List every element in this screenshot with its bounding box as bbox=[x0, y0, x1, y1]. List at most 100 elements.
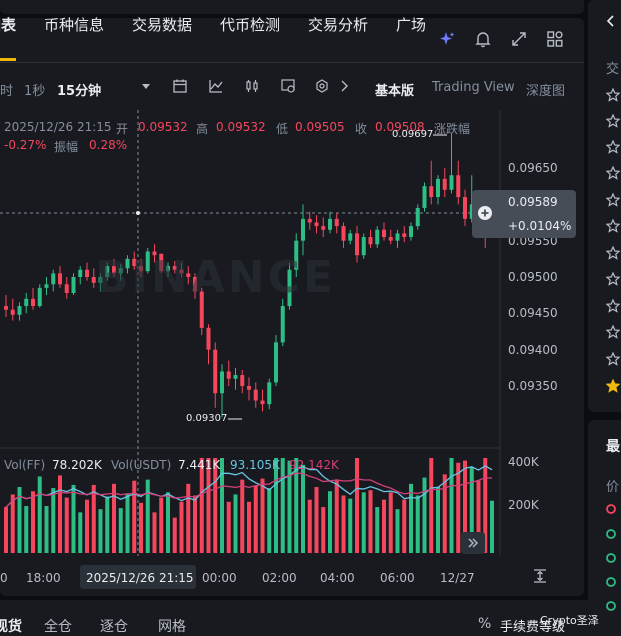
volume-bar bbox=[193, 495, 197, 553]
expand-icon[interactable] bbox=[510, 30, 528, 48]
trade-row-price-fragment bbox=[605, 549, 617, 563]
tab-trade-data[interactable]: 交易数据 bbox=[132, 14, 192, 35]
trade-row-price-fragment bbox=[605, 525, 617, 539]
candle-body bbox=[31, 298, 35, 307]
volume-bar bbox=[179, 501, 184, 553]
view-depth[interactable]: 深度图 bbox=[526, 80, 565, 99]
view-tradingview[interactable]: Trading View bbox=[432, 80, 515, 95]
favorite-star-icon[interactable] bbox=[606, 246, 620, 260]
favorite-star-icon[interactable] bbox=[606, 352, 620, 366]
candle-body bbox=[456, 175, 461, 198]
volume-bar bbox=[429, 458, 434, 553]
price-axis-label: 0.09400 bbox=[508, 343, 558, 357]
candle-body bbox=[253, 389, 258, 401]
candle-body bbox=[307, 218, 312, 223]
volume-bar bbox=[422, 477, 427, 553]
tab-square[interactable]: 广场 bbox=[396, 14, 426, 35]
volume-bar bbox=[409, 483, 413, 553]
binance-watermark: BINANCE bbox=[95, 252, 336, 303]
tab-trade-analysis[interactable]: 交易分析 bbox=[308, 14, 368, 35]
volume-bar bbox=[436, 487, 440, 553]
candlestick-chart[interactable] bbox=[0, 110, 584, 596]
candle-body bbox=[436, 178, 440, 198]
favorite-star-icon[interactable] bbox=[606, 140, 620, 154]
candle-body bbox=[375, 229, 380, 245]
current-price-change: +0.0104% bbox=[508, 219, 572, 233]
interval-1s[interactable]: 1秒 bbox=[24, 80, 45, 99]
volume-bar bbox=[172, 517, 177, 553]
volume-bar bbox=[348, 498, 353, 553]
volume-bar bbox=[206, 458, 211, 553]
volume-bar bbox=[78, 512, 83, 553]
volume-bar bbox=[44, 506, 49, 553]
interval-time-partial[interactable]: 时 bbox=[0, 80, 13, 99]
trade-row-price-fragment bbox=[605, 597, 617, 611]
tab-isolated[interactable]: 逐仓 bbox=[100, 616, 128, 636]
vol-ff-label: Vol(FF) bbox=[4, 458, 46, 472]
volume-bar bbox=[118, 508, 123, 553]
calendar-icon[interactable] bbox=[172, 78, 188, 94]
candle-body bbox=[341, 226, 346, 241]
candle-body bbox=[415, 207, 420, 227]
tab-grid[interactable]: 网格 bbox=[158, 616, 186, 636]
favorite-star-icon[interactable] bbox=[606, 299, 620, 313]
favorite-star-icon[interactable] bbox=[606, 193, 620, 207]
bell-icon[interactable] bbox=[474, 30, 492, 48]
fit-vertical-icon[interactable] bbox=[532, 568, 548, 584]
chevron-right-icon[interactable] bbox=[336, 78, 352, 94]
candle-body bbox=[10, 309, 15, 315]
volume-bar bbox=[375, 507, 380, 553]
volume-bar bbox=[368, 490, 373, 553]
volume-bar bbox=[328, 491, 332, 553]
indicator-line-icon[interactable] bbox=[208, 78, 224, 94]
favorite-star-icon[interactable] bbox=[606, 166, 620, 180]
interval-15m[interactable]: 15分钟 bbox=[57, 80, 101, 99]
volume-bar bbox=[24, 506, 29, 553]
price-axis-label: 0.09350 bbox=[508, 379, 558, 393]
favorite-star-icon[interactable] bbox=[606, 114, 620, 128]
tab-token-check[interactable]: 代币检测 bbox=[220, 14, 280, 35]
right-panel-label: 交 bbox=[606, 62, 620, 77]
time-axis-label: 0 bbox=[0, 571, 8, 585]
chart-settings-icon[interactable] bbox=[280, 78, 296, 94]
price-axis-label: 0.09450 bbox=[508, 306, 558, 320]
caret-down-icon[interactable] bbox=[140, 80, 152, 92]
tab-cross[interactable]: 全仓 bbox=[44, 616, 72, 636]
tab-chart[interactable]: 图表 bbox=[0, 14, 16, 35]
candle-body bbox=[274, 342, 278, 383]
candle-body bbox=[71, 277, 76, 293]
candle-type-icon[interactable] bbox=[244, 78, 260, 94]
volume-bar bbox=[58, 475, 62, 553]
volume-bar bbox=[226, 501, 231, 553]
favorite-star-icon[interactable] bbox=[606, 219, 620, 233]
volume-bar bbox=[105, 496, 110, 553]
candle-body bbox=[24, 298, 29, 307]
favorite-star-icon[interactable] bbox=[606, 325, 620, 339]
volume-bar bbox=[233, 494, 238, 553]
tab-coin-info[interactable]: 币种信息 bbox=[44, 14, 104, 35]
favorite-star-icon[interactable] bbox=[606, 379, 620, 393]
price-axis-label: 0.09500 bbox=[508, 270, 558, 284]
favorite-star-icon[interactable] bbox=[606, 272, 620, 286]
candle-body bbox=[422, 186, 427, 208]
volume-bar bbox=[341, 495, 346, 553]
sparkle-icon[interactable] bbox=[438, 30, 456, 48]
chevron-left-icon[interactable] bbox=[604, 14, 616, 28]
hexagon-icon[interactable] bbox=[314, 78, 330, 94]
layout-grid-icon[interactable] bbox=[546, 30, 564, 48]
volume-bar bbox=[71, 484, 76, 553]
candle-body bbox=[226, 371, 231, 379]
candle-body bbox=[240, 375, 245, 386]
add-alert-icon[interactable] bbox=[477, 205, 493, 221]
view-basic[interactable]: 基本版 bbox=[375, 80, 414, 99]
time-axis-label: 04:00 bbox=[320, 571, 355, 585]
volume-bar bbox=[490, 500, 494, 553]
candle-body bbox=[267, 382, 272, 405]
candle-body bbox=[213, 349, 218, 394]
tab-spot[interactable]: 现货 bbox=[0, 616, 22, 636]
vol-usdt-label: Vol(USDT) bbox=[111, 458, 172, 472]
time-axis-label: 02:00 bbox=[262, 571, 297, 585]
volume-bar bbox=[355, 458, 359, 553]
volume-bar bbox=[145, 479, 150, 553]
favorite-star-icon[interactable] bbox=[606, 88, 620, 102]
